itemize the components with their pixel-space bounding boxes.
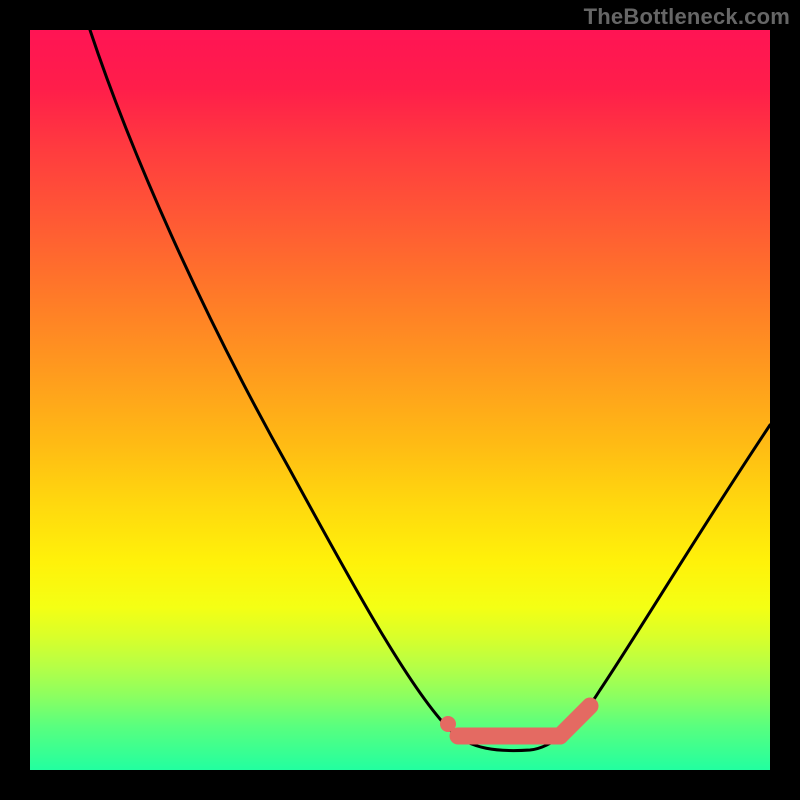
- marker-hook: [560, 706, 590, 736]
- chart-frame: TheBottleneck.com: [0, 0, 800, 800]
- curve-layer: [30, 30, 770, 770]
- main-curve: [90, 30, 770, 751]
- plot-area: [30, 30, 770, 770]
- watermark-text: TheBottleneck.com: [584, 4, 790, 30]
